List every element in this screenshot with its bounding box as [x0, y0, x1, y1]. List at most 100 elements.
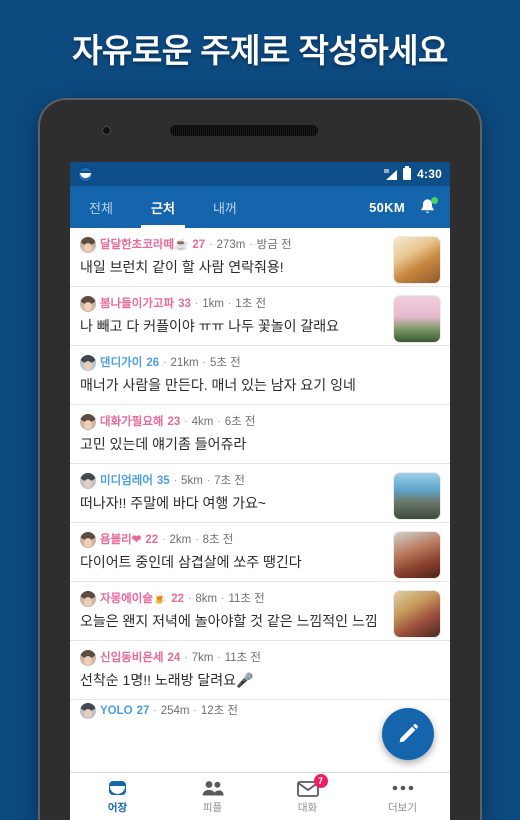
- meta-separator: ·: [153, 705, 157, 716]
- meta-separator: ·: [249, 239, 253, 250]
- meta-separator: ·: [209, 239, 213, 250]
- tab-bar-actions: 50KM: [369, 186, 450, 228]
- row-age: 22: [145, 534, 159, 546]
- row-nickname: 댄디가이: [100, 357, 143, 369]
- row-distance: 1km: [202, 298, 224, 310]
- table-row[interactable]: 욤블리❤ 22 · 2km · 8초 전 다이어트 중인데 삼겹살에 쏘주 땡긴…: [70, 523, 450, 582]
- distance-filter-button[interactable]: 50KM: [369, 200, 405, 215]
- phone-bezel-top: [40, 100, 480, 162]
- row-distance: 4km: [191, 416, 214, 428]
- row-age: 33: [178, 298, 191, 310]
- row-meta: YOLO 27 · 254m · 12초 전: [80, 703, 438, 719]
- avatar: [80, 473, 96, 489]
- more-icon: [392, 779, 414, 798]
- phone-screen: 4:30 전체 근처 내꺼 50KM 달달한초코라떼☕ 27 · 273m · …: [70, 162, 450, 820]
- row-nickname: 신입동비욘세: [100, 652, 164, 664]
- row-meta: 미디엄레어 35 · 5km · 7초 전: [80, 473, 438, 489]
- avatar: [80, 532, 96, 548]
- meta-separator: ·: [184, 416, 188, 427]
- meta-separator: ·: [227, 298, 232, 309]
- meta-separator: ·: [163, 357, 167, 368]
- tab-nearby[interactable]: 근처: [132, 186, 194, 228]
- table-row[interactable]: 달달한초코라떼☕ 27 · 273m · 방금 전 내일 브런치 같이 할 사람…: [70, 228, 450, 287]
- nav-item-people[interactable]: 피플: [165, 773, 260, 820]
- row-meta: 달달한초코라떼☕ 27 · 273m · 방금 전: [80, 237, 438, 253]
- avatar: [80, 355, 96, 371]
- row-message: 다이어트 중인데 삼겹살에 쏘주 땡긴다: [80, 554, 302, 570]
- table-row[interactable]: 미디엄레어 35 · 5km · 7초 전 떠나자!! 주말에 바다 여행 가요…: [70, 464, 450, 523]
- row-age: 27: [136, 705, 150, 717]
- mail-icon: 7: [296, 773, 328, 798]
- table-row[interactable]: 신입동비욘세 24 · 7km · 11초 전 선착순 1명!! 노래방 달려요…: [70, 641, 450, 700]
- meta-separator: ·: [194, 298, 199, 309]
- row-time: 7초 전: [214, 475, 245, 487]
- row-message: 오늘은 왠지 저녁에 놀아야할 것 같은 느낌적인 느낌: [80, 613, 378, 629]
- row-distance: 5km: [181, 475, 203, 487]
- table-row[interactable]: 대화가필요해 23 · 4km · 6초 전 고민 있는데 얘기좀 들어쥬라: [70, 405, 450, 464]
- row-nickname: 미디엄레어: [100, 475, 153, 487]
- tab-all[interactable]: 전체: [70, 186, 132, 228]
- row-age: 35: [156, 475, 170, 487]
- more-glyph: [392, 785, 413, 791]
- row-message: 고민 있는데 얘기좀 들어쥬라: [80, 436, 247, 452]
- table-row[interactable]: 자몽에이슬🍺 22 · 8km · 11초 전 오늘은 왠지 저녁에 놀아야할 …: [70, 582, 450, 641]
- row-time: 11초 전: [224, 652, 261, 664]
- bell-icon[interactable]: [419, 196, 438, 217]
- nav-label: 대화: [297, 801, 318, 814]
- row-nickname: 대화가필요해: [100, 416, 164, 428]
- nav-item-fishing[interactable]: 어장: [70, 773, 165, 820]
- row-thumbnail[interactable]: [394, 591, 440, 637]
- bell-badge-dot: [431, 196, 438, 204]
- status-bar: 4:30: [70, 162, 450, 186]
- bottom-navigation: 어장 피플 7 대화 더보기: [70, 772, 450, 820]
- meta-separator: ·: [221, 593, 225, 604]
- meta-separator: ·: [202, 357, 206, 368]
- meta-separator: ·: [162, 534, 166, 545]
- row-age: 22: [171, 593, 185, 605]
- row-distance: 2km: [169, 534, 192, 546]
- row-age: 24: [167, 652, 181, 664]
- nav-label: 어장: [107, 801, 128, 814]
- avatar: [80, 591, 96, 607]
- meta-separator: ·: [188, 593, 192, 604]
- chat-unread-badge: 7: [313, 773, 328, 788]
- feed-list[interactable]: 달달한초코라떼☕ 27 · 273m · 방금 전 내일 브런치 같이 할 사람…: [70, 228, 450, 772]
- people-icon: [201, 779, 225, 798]
- meta-separator: ·: [195, 534, 199, 545]
- table-row[interactable]: 댄디가이 26 · 21km · 5초 전 매너가 사람을 만든다. 매너 있는…: [70, 346, 450, 405]
- row-time: 1초 전: [235, 298, 267, 310]
- nav-item-chat[interactable]: 7 대화: [260, 773, 355, 820]
- row-time: 11초 전: [228, 593, 265, 605]
- tab-mine[interactable]: 내꺼: [194, 186, 256, 228]
- row-thumbnail[interactable]: [394, 532, 440, 578]
- row-nickname: 자몽에이슬🍺: [100, 593, 168, 605]
- status-bar-clock: 4:30: [417, 167, 442, 181]
- status-bar-icons: 4:30: [384, 166, 442, 181]
- row-message: 매너가 사람을 만든다. 매너 있는 남자 요기 잉네: [80, 377, 356, 393]
- row-message: 내일 브런치 같이 할 사람 연락줘용!: [80, 259, 284, 275]
- row-meta: 댄디가이 26 · 21km · 5초 전: [80, 355, 438, 371]
- avatar: [80, 414, 96, 430]
- top-tab-bar: 전체 근처 내꺼 50KM: [70, 186, 450, 228]
- row-time: 6초 전: [224, 416, 256, 428]
- row-age: 23: [167, 416, 181, 428]
- row-meta: 욤블리❤ 22 · 2km · 8초 전: [80, 532, 438, 548]
- row-meta: 자몽에이슬🍺 22 · 8km · 11초 전: [80, 591, 438, 607]
- row-thumbnail[interactable]: [394, 473, 440, 519]
- nav-item-more[interactable]: 더보기: [355, 773, 450, 820]
- table-row[interactable]: 봄나들이가고파 33 · 1km · 1초 전 나 빼고 다 커플이야 ㅠㅠ 나…: [70, 287, 450, 346]
- row-age: 27: [192, 239, 206, 251]
- meta-separator: ·: [206, 475, 211, 486]
- compose-fab-button[interactable]: [382, 708, 434, 760]
- row-meta: 대화가필요해 23 · 4km · 6초 전: [80, 414, 438, 430]
- app-notification-icon: [78, 166, 93, 182]
- row-thumbnail[interactable]: [394, 237, 440, 283]
- battery-icon: [403, 166, 412, 180]
- row-thumbnail[interactable]: [394, 296, 440, 342]
- avatar: [80, 296, 96, 312]
- phone-mockup: 4:30 전체 근처 내꺼 50KM 달달한초코라떼☕ 27 · 273m · …: [40, 100, 480, 820]
- earpiece-speaker-icon: [170, 125, 318, 136]
- meta-separator: ·: [193, 705, 197, 716]
- row-distance: 273m: [216, 239, 246, 251]
- row-nickname: 욤블리❤: [100, 534, 142, 546]
